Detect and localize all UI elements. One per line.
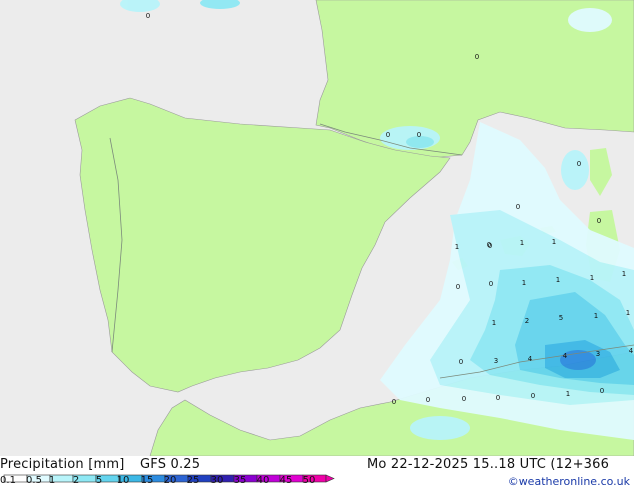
scale-tick: 20 (163, 475, 177, 486)
precip-label: 0 (392, 398, 396, 406)
precip-label: 0 (496, 394, 500, 402)
scale-tick: 40 (256, 475, 270, 486)
precip-area (561, 150, 589, 190)
product-title: Precipitation [mm] (0, 457, 125, 472)
valid-time: Mo 22-12-2025 15..18 UTC (12+366 (367, 457, 610, 472)
scale-tick: 5 (95, 475, 103, 486)
scale-tick: 10 (116, 475, 130, 486)
precip-area (410, 416, 470, 440)
precip-label: 1 (520, 239, 524, 247)
precip-label: 0 (488, 242, 492, 250)
scale-tick: 50 (302, 475, 316, 486)
precip-label: 0 (146, 12, 150, 20)
scale-tick: 25 (186, 475, 200, 486)
precip-label: 2 (525, 317, 529, 325)
precip-label: 0 (531, 392, 535, 400)
precip-label: 0 (459, 358, 463, 366)
precip-label: 4 (629, 347, 634, 355)
precipitation-map: 0 0 0 0 0 0 0 1 0 1 1 1 0 0 1 1 1 1 1 2 … (0, 0, 634, 456)
precip-label: 1 (492, 319, 496, 327)
precip-label: 1 (590, 274, 594, 282)
precip-label: 0 (426, 396, 430, 404)
precip-label: 0 (456, 283, 460, 291)
precip-label: 4 (563, 352, 568, 360)
model-name: GFS 0.25 (140, 457, 201, 472)
scale-arrow (325, 474, 335, 483)
precip-label: 1 (522, 279, 526, 287)
precip-area (568, 8, 612, 32)
scale-tick: 15 (140, 475, 154, 486)
precip-label: 0 (386, 131, 390, 139)
precip-label: 1 (556, 276, 560, 284)
precip-label: 3 (494, 357, 498, 365)
precip-label: 0 (577, 160, 581, 168)
precip-label: 4 (528, 355, 533, 363)
scale-tick: 35 (233, 475, 247, 486)
scale-tick: 30 (210, 475, 224, 486)
precip-label: 0 (600, 387, 604, 395)
precip-label: 1 (626, 309, 630, 317)
site-credit[interactable]: ©weatheronline.co.uk (508, 475, 630, 488)
precip-label: 0 (417, 131, 421, 139)
scale-tick: 0.5 (26, 475, 42, 486)
precip-label: 1 (594, 312, 598, 320)
precip-label: 1 (622, 270, 626, 278)
scale-tick: 45 (279, 475, 293, 486)
precip-label: 0 (489, 280, 493, 288)
precip-label: 1 (455, 243, 459, 251)
precip-label: 1 (566, 390, 570, 398)
precip-label: 3 (596, 350, 600, 358)
scale-tick: 1 (48, 475, 56, 486)
map-canvas: 0 0 0 0 0 0 0 1 0 1 1 1 0 0 1 1 1 1 1 2 … (0, 0, 634, 456)
precip-label: 0 (462, 395, 466, 403)
scale-tick: 0.1 (0, 475, 16, 486)
precip-label: 5 (559, 314, 563, 322)
precip-label: 0 (475, 53, 479, 61)
legend-footer: Precipitation [mm] GFS 0.25 Mo 22-12-202… (0, 456, 634, 490)
precip-label: 1 (552, 238, 556, 246)
precip-label: 0 (597, 217, 601, 225)
precip-label: 0 (516, 203, 520, 211)
scale-tick: 2 (72, 475, 80, 486)
